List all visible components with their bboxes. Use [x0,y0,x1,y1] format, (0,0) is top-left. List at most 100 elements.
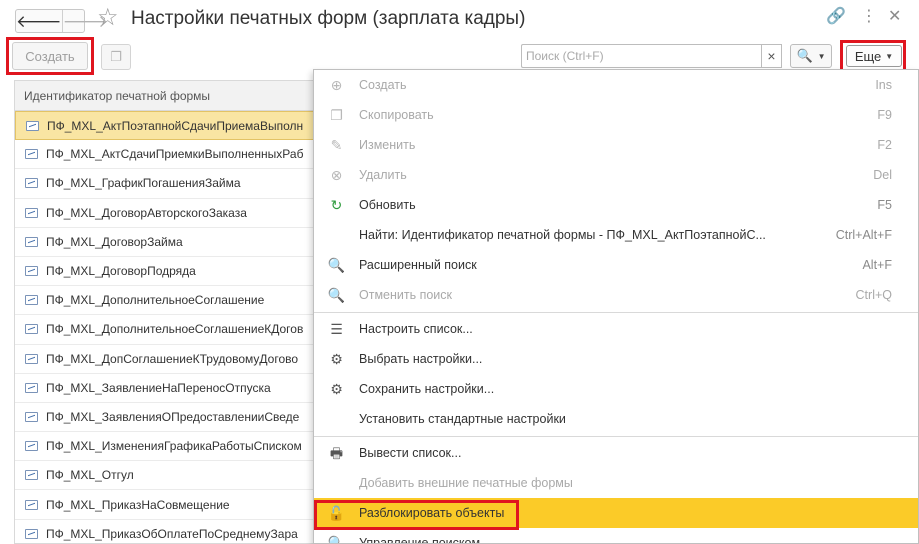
back-arrow-icon[interactable]: 🡐 [16,10,63,32]
gear-icon: ⚙ [330,381,343,397]
print-form-icon [25,149,38,160]
menu-item-refresh[interactable]: ↻ Обновить F5 [314,190,918,220]
menu-item-copy[interactable]: ❐ Скопировать F9 [314,100,918,130]
menu-item-shortcut: F9 [877,108,892,122]
refresh-icon: ↻ [330,197,343,213]
menu-item-save-settings[interactable]: ⚙ Сохранить настройки... [314,374,918,404]
menu-item-label: Настроить список... [359,322,473,336]
search-icon: 🔍 [796,48,813,63]
menu-item-shortcut: Ctrl+Alt+F [835,228,892,242]
row-identifier: ПФ_MXL_АктСдачиПриемкиВыполненныхРаб [46,147,304,162]
menu-item-create[interactable]: ⊕ Создать Ins [314,70,918,100]
navigation-group: 🡐 🡒 [15,9,108,33]
more-button[interactable]: Еще ▼ [846,45,902,67]
menu-item-label: Скопировать [359,108,434,122]
search-button[interactable]: 🔍 ▼ [790,44,832,68]
print-form-icon [25,382,38,393]
menu-item-shortcut: Ctrl+Q [855,288,892,302]
row-identifier: ПФ_MXL_ПриказНаСовмещение [46,497,230,512]
print-form-icon [25,295,38,306]
row-identifier: ПФ_MXL_ДополнительноеСоглашение [46,293,265,308]
column-header-identifier: Идентификатор печатной формы [24,88,211,103]
chevron-down-icon: ▼ [817,51,826,61]
unlock-icon: 🔓 [327,505,346,521]
more-vertical-icon[interactable]: ⋮ [861,9,877,25]
print-form-icon [26,120,39,131]
menu-item-label: Выбрать настройки... [359,352,483,366]
menu-separator [314,312,918,313]
menu-item-label: Добавить внешние печатные формы [359,476,573,490]
search-icon: 🔍 [327,535,346,544]
search-input[interactable] [521,44,761,68]
menu-item-delete[interactable]: ⊗ Удалить Del [314,160,918,190]
row-identifier: ПФ_MXL_ПриказОбОплатеПоСреднемуЗара [46,526,298,541]
print-form-icon [25,178,38,189]
menu-item-standard-settings[interactable]: Установить стандартные настройки [314,404,918,434]
menu-item-label: Удалить [359,168,407,182]
menu-item-label: Сохранить настройки... [359,382,495,396]
menu-item-shortcut: Ins [875,78,892,92]
menu-item-label: Изменить [359,138,416,152]
toolbar: Создать ❐ × 🔍 ▼ Еще ▼ [0,37,919,75]
row-identifier: ПФ_MXL_ДополнительноеСоглашениеКДогов [46,322,304,337]
menu-item-shortcut: Alt+F [862,258,892,272]
menu-item-label: Отменить поиск [359,288,453,302]
menu-item-label: Расширенный поиск [359,258,477,272]
print-form-icon [25,236,38,247]
row-identifier: ПФ_MXL_ДоговорАвторскогоЗаказа [46,205,247,220]
print-form-icon [25,353,38,364]
search-icon: 🔍 [327,257,346,273]
menu-item-unlock-objects[interactable]: 🔓 Разблокировать объекты [314,498,918,528]
title-bar: 🡐 🡒 ☆ Настройки печатных форм (зарплата … [0,0,919,40]
menu-item-label: Установить стандартные настройки [359,412,566,426]
menu-item-configure-list[interactable]: ☰ Настроить список... [314,314,918,344]
menu-item-choose-settings[interactable]: ⚙ Выбрать настройки... [314,344,918,374]
menu-item-output-list[interactable]: 🖶 Вывести список... [314,438,918,468]
chevron-down-icon: ▼ [885,51,894,61]
menu-item-label: Вывести список... [359,446,462,460]
menu-item-search-management[interactable]: 🔍 Управление поиском [314,528,918,544]
copy-icon: ❐ [110,49,122,64]
print-form-icon [25,441,38,452]
row-identifier: ПФ_MXL_ДоговорЗайма [46,234,183,249]
menu-item-shortcut: F5 [877,198,892,212]
menu-item-label: Обновить [359,198,416,212]
link-icon[interactable]: 🔗 [826,9,846,25]
delete-icon: ⊗ [330,167,343,183]
menu-item-edit[interactable]: ✎ Изменить F2 [314,130,918,160]
menu-item-advanced-search[interactable]: 🔍 Расширенный поиск Alt+F [314,250,918,280]
print-form-icon [25,470,38,481]
more-button-label: Еще [854,48,882,64]
copy-icon: ❐ [330,107,343,123]
clear-icon: × [767,48,776,64]
menu-item-label: Управление поиском [359,536,481,544]
menu-item-shortcut: Del [873,168,892,182]
row-identifier: ПФ_MXL_Отгул [46,468,134,483]
print-form-icon [25,324,38,335]
menu-item-cancel-search[interactable]: 🔍 Отменить поиск Ctrl+Q [314,280,918,310]
pencil-icon: ✎ [330,137,343,153]
more-dropdown-menu: ⊕ Создать Ins ❐ Скопировать F9 ✎ Изменить F2 ⊗ Уда… [313,69,919,544]
star-icon[interactable]: ☆ [97,6,119,30]
menu-separator [314,436,918,437]
row-identifier: ПФ_MXL_ЗаявлениеНаПереносОтпуска [46,380,271,395]
row-identifier: ПФ_MXL_ИзмененияГрафикаРаботыСписком [46,439,302,454]
row-identifier: ПФ_MXL_ДопСоглашениеКТрудовомуДогово [46,351,299,366]
menu-item-label: Разблокировать объекты [359,506,505,520]
row-identifier: ПФ_MXL_ДоговорПодряда [46,264,196,279]
clear-search-button[interactable]: × [761,44,782,68]
close-icon[interactable]: ✕ [888,9,901,25]
page-title: Настройки печатных форм (зарплата кадры) [131,8,526,29]
printer-icon: 🖶 [329,445,344,461]
gear-icon: ⚙ [330,351,343,367]
copy-button[interactable]: ❐ [101,44,131,70]
menu-item-find[interactable]: Найти: Идентификатор печатной формы - ПФ… [314,220,918,250]
print-form-icon [25,499,38,510]
create-button[interactable]: Создать [12,42,88,70]
print-form-icon [25,266,38,277]
menu-item-add-external-forms[interactable]: Добавить внешние печатные формы [314,468,918,498]
row-identifier: ПФ_MXL_ЗаявленияОПредоставленииСведе [46,409,300,424]
menu-item-label: Создать [359,78,407,92]
row-identifier: ПФ_MXL_АктПоэтапнойСдачиПриемаВыполн [47,118,304,133]
search-cancel-icon: 🔍 [327,287,346,303]
